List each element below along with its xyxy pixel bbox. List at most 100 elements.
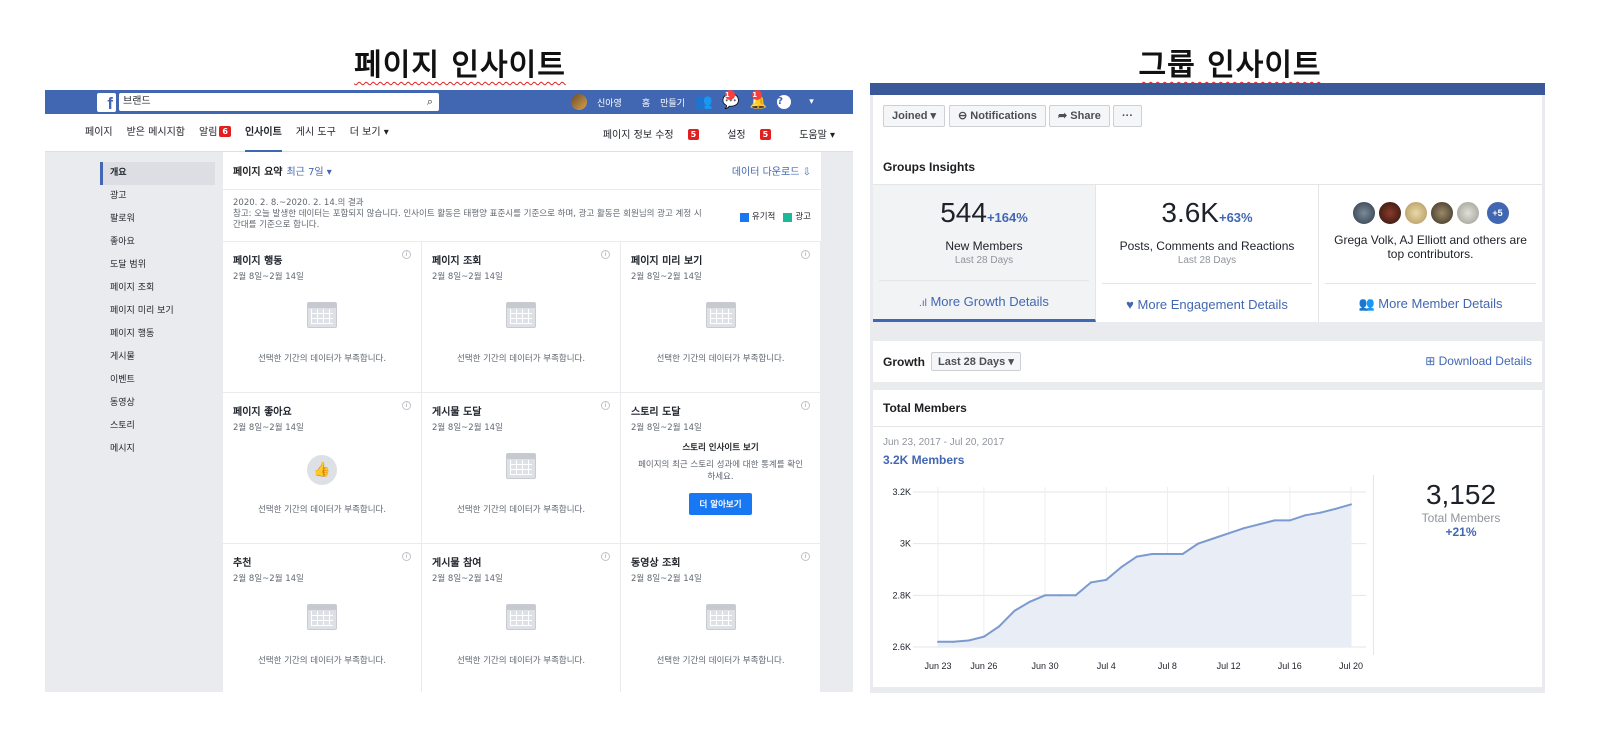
avatar[interactable] <box>1455 201 1480 225</box>
new-members-period: Last 28 Days <box>954 255 1014 266</box>
notifications-button[interactable]: ⊖ Notifications <box>949 105 1046 127</box>
info-icon[interactable]: i <box>801 401 810 410</box>
avatar[interactable] <box>1377 201 1402 225</box>
total-members-label: Total Members <box>1421 511 1501 525</box>
notifications-icon[interactable]: 🔔 1 <box>750 90 767 110</box>
heading-text: 그룹 인사이트 <box>1138 48 1322 83</box>
avatar[interactable] <box>1403 201 1428 225</box>
sidebar-item[interactable]: 도달 범위 <box>100 254 215 277</box>
tab-right-1[interactable]: 설정 5 <box>713 126 772 141</box>
profile-link[interactable]: 신아영 <box>571 94 632 110</box>
joined-button[interactable]: Joined ▾ <box>883 105 946 127</box>
tab-3[interactable]: 인사이트 <box>244 114 282 152</box>
sidebar-item[interactable]: 스토리 <box>100 415 215 438</box>
sidebar-item[interactable]: 개요 <box>100 162 215 185</box>
share-icon: ➦ <box>1058 110 1068 122</box>
summary-title: 페이지 요약 <box>233 167 283 178</box>
total-members-summary: 3,152 Total Members +21% <box>1373 475 1545 655</box>
tab-right-2[interactable]: 도움말 ▾ <box>785 126 835 141</box>
create-link[interactable]: 만들기 <box>660 96 685 109</box>
info-icon[interactable]: i <box>402 401 411 410</box>
metric-card: 스토리 도달 2월 8일~2월 14일 i 스토리 인사이트 보기 페이지의 최근 스토… <box>621 393 821 544</box>
data-point <box>1334 507 1337 510</box>
metric-title: 추천 <box>233 558 252 569</box>
info-icon[interactable]: i <box>402 552 411 561</box>
growth-range-dropdown[interactable]: Last 28 Days ▾ <box>931 352 1021 371</box>
avatar[interactable] <box>1351 201 1376 225</box>
tab-4[interactable]: 게시 도구 <box>296 114 336 152</box>
groups-insights-card: Groups Insights 544+164% New Members Las… <box>873 150 1542 322</box>
account-menu-icon[interactable]: ▾ <box>809 97 814 107</box>
help-icon[interactable]: ? <box>777 95 792 109</box>
tab-label: 인사이트 <box>244 126 282 138</box>
search-input[interactable]: 브랜드 ⌕ <box>119 93 439 111</box>
no-data-text: 선택한 기간의 데이터가 부족합니다. <box>656 354 785 364</box>
facebook-top-bar: f 브랜드 ⌕ 신아영 홈 만들기 👥 💬 1 🔔 1 ? ▾ <box>45 90 853 114</box>
contributors-text: Grega Volk, AJ Elliott and others are to… <box>1334 233 1527 261</box>
sidebar-item[interactable]: 페이지 조회 <box>100 277 215 300</box>
tab-1[interactable]: 받은 메시지함 <box>127 114 185 152</box>
info-icon[interactable]: i <box>801 552 810 561</box>
sidebar-item[interactable]: 게시물 <box>100 346 215 369</box>
sidebar-item[interactable]: 메시지 <box>100 438 215 461</box>
home-link[interactable]: 홈 <box>642 96 650 109</box>
sidebar-item[interactable]: 팔로워 <box>100 208 215 231</box>
growth-link-label: More Growth Details <box>930 294 1049 309</box>
facebook-logo-icon[interactable]: f <box>97 93 116 113</box>
more-contributors-badge[interactable]: +5 <box>1485 201 1510 225</box>
total-members-change: +21% <box>1445 525 1477 539</box>
insights-sidebar: 개요 광고 팔로워 좋아요 도달 범위 페이지 조회 페이지 미리 보기 페이지 행동 게시물 이… <box>100 162 215 461</box>
info-icon[interactable]: i <box>801 250 810 259</box>
friends-icon[interactable]: 👥 <box>695 94 712 110</box>
learn-more-button[interactable]: 더 알아보기 <box>689 493 752 515</box>
data-point <box>1074 594 1077 597</box>
info-icon[interactable]: i <box>402 250 411 259</box>
sidebar-item[interactable]: 좋아요 <box>100 231 215 254</box>
x-tick-label: Jul 16 <box>1278 661 1302 671</box>
info-icon[interactable]: i <box>601 401 610 410</box>
tab-label: 도움말 ▾ <box>799 129 835 141</box>
tab-0[interactable]: 페이지 <box>85 114 113 152</box>
no-data-text: 선택한 기간의 데이터가 부족합니다. <box>257 505 387 515</box>
data-point <box>952 640 955 643</box>
info-icon[interactable]: i <box>601 250 610 259</box>
tab-label: 설정 <box>727 129 746 141</box>
tab-2[interactable]: 알림 6 <box>199 114 231 152</box>
data-point <box>982 635 985 638</box>
download-data-link[interactable]: 데이터 다운로드 ⇩ <box>732 163 811 178</box>
engagement-value: 3.6K <box>1161 197 1219 228</box>
sidebar-item[interactable]: 광고 <box>100 185 215 208</box>
tab-5[interactable]: 더 보기 ▾ <box>350 114 389 152</box>
avatar[interactable] <box>1429 201 1454 225</box>
data-point <box>967 639 970 642</box>
metric-date: 2월 8일~2월 14일 <box>631 423 702 433</box>
metric-card: 페이지 미리 보기 2월 8일~2월 14일 i 선택한 기간의 데이터가 부족합니다… <box>621 242 821 393</box>
sidebar-item[interactable]: 페이지 미리 보기 <box>100 300 215 323</box>
info-icon[interactable]: i <box>601 552 610 561</box>
contributors-stat: +5 Grega Volk, AJ Elliott and others are… <box>1319 185 1542 322</box>
tab-right-0[interactable]: 페이지 정보 수정 5 <box>589 126 700 141</box>
member-link-label: More Member Details <box>1378 296 1503 311</box>
sidebar-item[interactable]: 동영상 <box>100 392 215 415</box>
data-point <box>1181 553 1184 555</box>
members-icon: 👥 <box>1358 296 1375 311</box>
sidebar-item[interactable]: 페이지 행동 <box>100 323 215 346</box>
group-insights-heading: 그룹 인사이트 <box>1070 40 1390 84</box>
metric-date: 2월 8일~2월 14일 <box>432 272 503 282</box>
total-members-title: Total Members <box>873 390 1542 427</box>
page-tab-bar: 페이지 받은 메시지함 알림 6 인사이트 게시 도구 더 보기 ▾ 페이지 정보 수정 5 설… <box>45 114 853 152</box>
sidebar-item[interactable]: 이벤트 <box>100 369 215 392</box>
messenger-icon[interactable]: 💬 1 <box>722 90 740 110</box>
download-details-link[interactable]: ⊞ Download Details <box>1425 354 1532 368</box>
summary-range: 2020. 2. 8.~2020. 2. 14.의 결과 <box>233 198 364 208</box>
share-button[interactable]: ➦ Share <box>1049 105 1110 127</box>
more-options-button[interactable]: ··· <box>1113 105 1142 127</box>
search-icon[interactable]: ⌕ <box>427 93 433 111</box>
metric-date: 2월 8일~2월 14일 <box>432 574 503 584</box>
more-growth-details-link[interactable]: .ıl More Growth Details <box>873 294 1095 309</box>
period-dropdown[interactable]: 최근 7일 ▾ <box>286 163 331 178</box>
more-member-details-link[interactable]: 👥 More Member Details <box>1319 296 1542 312</box>
data-point <box>1120 565 1123 568</box>
more-engagement-details-link[interactable]: ♥ More Engagement Details <box>1096 297 1318 312</box>
no-data-text: 선택한 기간의 데이터가 부족합니다. <box>456 354 586 364</box>
